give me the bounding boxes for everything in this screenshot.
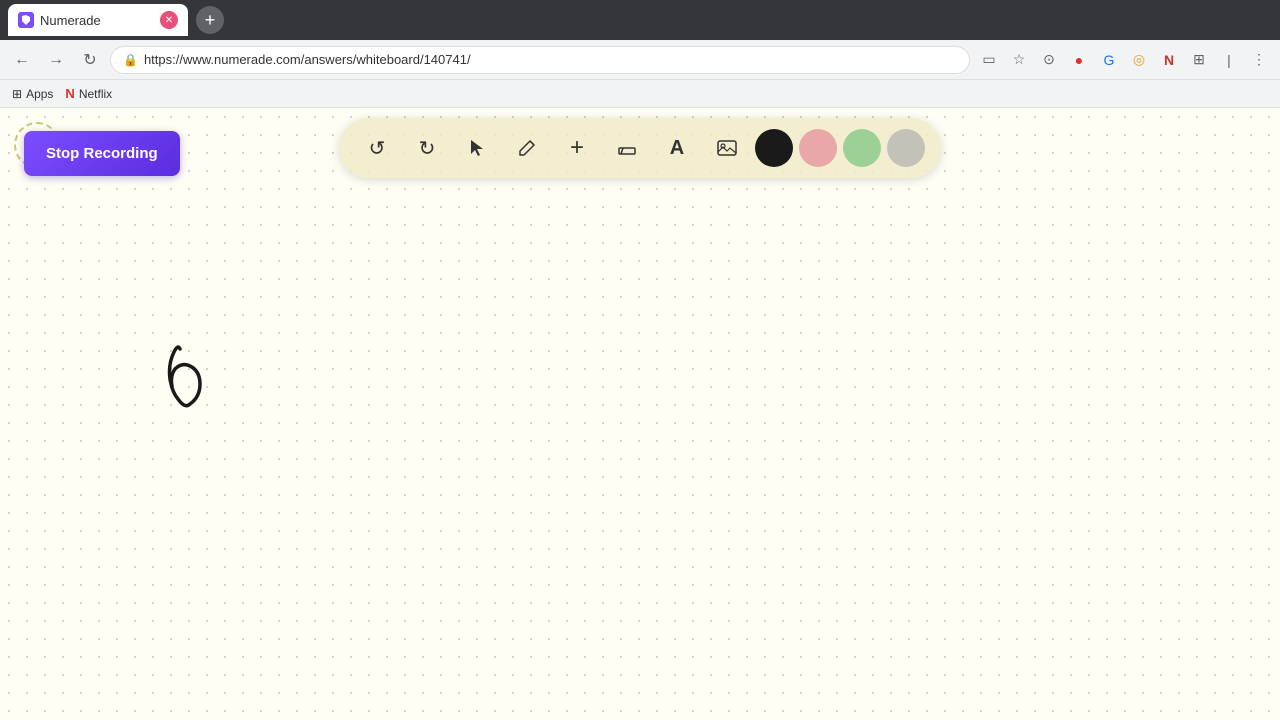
text-tool-button[interactable]: A xyxy=(655,126,699,170)
apps-label: Apps xyxy=(26,87,53,101)
browser-frame: Numerade + ← → ↻ 🔒 https://www.numerade.… xyxy=(0,0,1280,720)
bookmark-netflix[interactable]: N Netflix xyxy=(65,86,112,101)
image-button[interactable] xyxy=(705,126,749,170)
lock-icon: 🔒 xyxy=(123,53,138,67)
browser-tab[interactable]: Numerade xyxy=(8,4,188,36)
menu-icon[interactable]: ⋮ xyxy=(1246,47,1272,73)
extension-1-icon[interactable]: ● xyxy=(1066,47,1092,73)
drawing-layer xyxy=(0,108,1280,720)
extension-4-icon[interactable]: N xyxy=(1156,47,1182,73)
extension-5-icon[interactable]: ⊞ xyxy=(1186,47,1212,73)
netflix-label: Netflix xyxy=(79,87,112,101)
apps-grid-icon: ⊞ xyxy=(12,87,22,101)
netflix-icon: N xyxy=(65,86,74,101)
stop-recording-button[interactable]: Stop Recording xyxy=(24,131,180,176)
new-tab-button[interactable]: + xyxy=(196,6,224,34)
bookmark-icon[interactable]: ☆ xyxy=(1006,47,1032,73)
redo-button[interactable]: ↻ xyxy=(405,126,449,170)
tab-title: Numerade xyxy=(40,13,154,28)
color-gray[interactable] xyxy=(887,129,925,167)
add-button[interactable]: + xyxy=(555,126,599,170)
pen-tool-button[interactable] xyxy=(505,126,549,170)
extension-3-icon[interactable]: ◎ xyxy=(1126,47,1152,73)
bottom-toolbar-area: Stop Recording ↺ ↻ + A xyxy=(0,108,1280,198)
forward-button[interactable]: → xyxy=(42,46,70,74)
select-tool-button[interactable] xyxy=(455,126,499,170)
toolbar: ↺ ↻ + A xyxy=(339,118,941,178)
reload-button[interactable]: ↻ xyxy=(76,46,104,74)
bookmarks-bar: ⊞ Apps N Netflix xyxy=(0,80,1280,108)
nav-bar: ← → ↻ 🔒 https://www.numerade.com/answers… xyxy=(0,40,1280,80)
color-pink[interactable] xyxy=(799,129,837,167)
nav-icons: ▭ ☆ ⊙ ● G ◎ N ⊞ | ⋮ xyxy=(976,47,1272,73)
extension-2-icon[interactable]: G xyxy=(1096,47,1122,73)
eraser-button[interactable] xyxy=(605,126,649,170)
color-green[interactable] xyxy=(843,129,881,167)
back-button[interactable]: ← xyxy=(8,46,36,74)
title-bar: Numerade + xyxy=(0,0,1280,40)
profile-icon[interactable]: ⊙ xyxy=(1036,47,1062,73)
url-text: https://www.numerade.com/answers/whitebo… xyxy=(144,52,471,67)
tab-favicon xyxy=(18,12,34,28)
cast-icon[interactable]: ▭ xyxy=(976,47,1002,73)
color-black[interactable] xyxy=(755,129,793,167)
tab-close-button[interactable] xyxy=(160,11,178,29)
profile-circle-icon[interactable]: | xyxy=(1216,47,1242,73)
address-bar[interactable]: 🔒 https://www.numerade.com/answers/white… xyxy=(110,46,970,74)
bookmark-apps[interactable]: ⊞ Apps xyxy=(12,87,53,101)
undo-button[interactable]: ↺ xyxy=(355,126,399,170)
whiteboard-canvas[interactable]: 1 Stop Recording ↺ ↻ + xyxy=(0,108,1280,720)
